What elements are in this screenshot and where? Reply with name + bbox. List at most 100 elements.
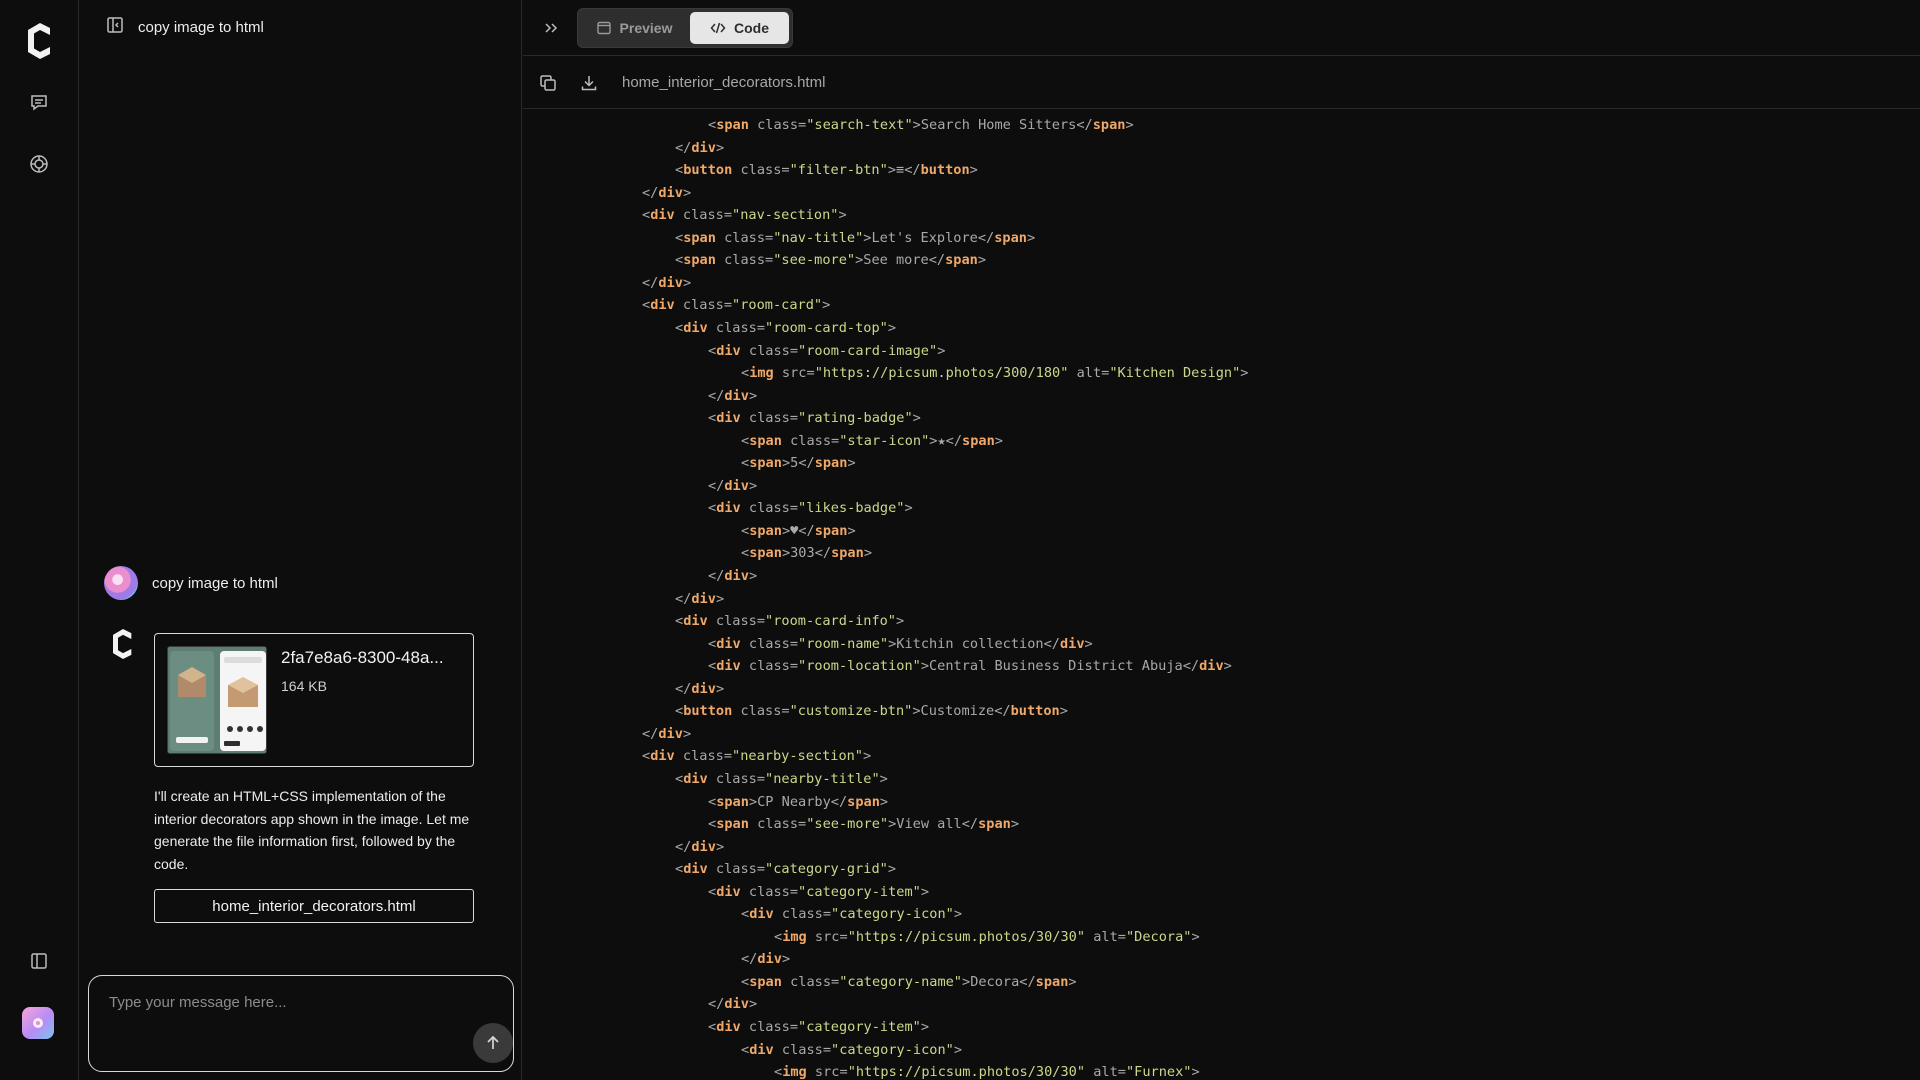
profile-avatar[interactable] [22, 1007, 54, 1039]
code-token: div [691, 838, 716, 855]
code-viewer[interactable]: <span class="search-text">Search Home Si… [523, 110, 1920, 1080]
code-token: span [994, 229, 1027, 246]
code-token: </ [741, 951, 758, 968]
code-line: <div class="category-grid"> [675, 858, 896, 880]
assistant-logo-icon [108, 626, 138, 662]
code-token: > [904, 500, 913, 517]
code-token: class [707, 613, 757, 630]
attachment-card[interactable]: 2fa7e8a6-8300-48a... 164 KB [154, 633, 474, 767]
send-button[interactable] [473, 1023, 513, 1063]
code-token: > [994, 432, 1003, 449]
code-token: src [773, 365, 807, 382]
copy-icon[interactable] [538, 73, 558, 93]
code-token: span [814, 522, 848, 539]
code-token: = [781, 703, 790, 720]
code-filename: home_interior_decorators.html [622, 74, 826, 91]
panel-toggle-icon[interactable] [106, 16, 124, 39]
code-token: span [716, 117, 749, 133]
code-token: "nav-title" [773, 229, 864, 246]
send-arrow-icon [487, 1035, 499, 1049]
code-token: > [962, 973, 971, 990]
code-token: div [716, 658, 741, 675]
code-token: < [741, 906, 750, 923]
code-token: < [675, 252, 684, 269]
code-token: < [642, 297, 651, 314]
code-token: > [1068, 973, 1077, 990]
double-chevron-right-icon[interactable] [541, 18, 561, 38]
view-toggle: Preview Code [577, 8, 793, 48]
code-token: div [1199, 658, 1224, 675]
code-token: div [683, 770, 708, 787]
code-token: = [756, 319, 766, 336]
code-token: class [781, 973, 832, 990]
code-token: "https://picsum.photos/30/30" [847, 928, 1086, 945]
code-token: div [691, 139, 716, 156]
code-token: </ [642, 274, 659, 291]
code-token: > [1084, 635, 1093, 652]
code-token: > [1191, 1064, 1200, 1080]
code-token: "room-location" [798, 658, 921, 675]
code-token: "nearby-title" [765, 770, 880, 787]
chat-panel: copy image to html copy image to html 2f… [80, 0, 522, 1080]
code-token: Customize [920, 703, 995, 720]
openai-icon[interactable] [26, 151, 52, 177]
code-token: div [716, 500, 741, 517]
code-token: span [716, 793, 749, 810]
code-token: div [749, 1041, 774, 1058]
code-token: img [782, 928, 807, 945]
code-line: <span class="nav-title">Let's Explore</s… [675, 227, 1035, 249]
code-token: </ [1043, 635, 1060, 652]
code-token: > [682, 725, 692, 742]
generated-file-button[interactable]: home_interior_decorators.html [154, 889, 474, 923]
code-token: < [708, 635, 717, 652]
code-token: div [724, 996, 749, 1013]
code-line: <img src="https://picsum.photos/30/30" a… [774, 1061, 1200, 1080]
code-token: "room-card-top" [765, 319, 888, 336]
code-token: > [748, 477, 758, 494]
code-token: > [977, 252, 987, 269]
code-token: </ [961, 816, 979, 833]
code-token: > [847, 522, 856, 539]
tab-code[interactable]: Code [690, 12, 789, 44]
app-logo-icon[interactable] [22, 20, 58, 62]
code-token: < [741, 455, 750, 472]
code-token: "room-card-info" [765, 613, 896, 630]
code-token: > [863, 545, 872, 562]
code-token: > [1010, 816, 1020, 833]
code-line: <div class="room-card-info"> [675, 610, 904, 632]
code-token: div [658, 184, 683, 201]
code-line: <div class="nearby-section"> [642, 745, 871, 767]
code-token: span [978, 816, 1011, 833]
code-line: </div> [708, 385, 757, 407]
code-token: "see-more" [773, 252, 856, 269]
code-token: = [756, 770, 766, 787]
code-token: class [732, 162, 782, 179]
code-token: < [708, 883, 717, 900]
code-line: <div class="rating-badge"> [708, 407, 921, 429]
tab-preview[interactable]: Preview [581, 12, 687, 44]
code-token: > [887, 162, 896, 179]
code-line: </div> [642, 272, 691, 294]
message-input[interactable] [109, 990, 469, 1014]
code-token: = [822, 1041, 832, 1058]
sidebar-toggle-icon[interactable] [26, 948, 52, 974]
chat-icon[interactable] [26, 89, 52, 115]
download-icon[interactable] [579, 73, 599, 93]
code-token: "customize-btn" [789, 703, 913, 720]
code-token: = [1117, 1064, 1126, 1080]
code-token: View all [896, 816, 962, 833]
code-token: class [674, 207, 724, 224]
code-token: "see-more" [806, 816, 889, 833]
code-token: > [715, 139, 725, 156]
code-line: </div> [675, 137, 724, 159]
code-line: </div> [741, 948, 790, 970]
code-token: > [953, 1041, 962, 1058]
code-token: "room-name" [798, 635, 889, 652]
code-token: div [757, 951, 782, 968]
code-token: > [879, 770, 888, 787]
code-token: > [937, 342, 946, 359]
code-token: < [741, 522, 750, 539]
code-token: span [683, 229, 716, 246]
code-token: "star-icon" [839, 432, 930, 449]
code-token: span [749, 522, 782, 539]
